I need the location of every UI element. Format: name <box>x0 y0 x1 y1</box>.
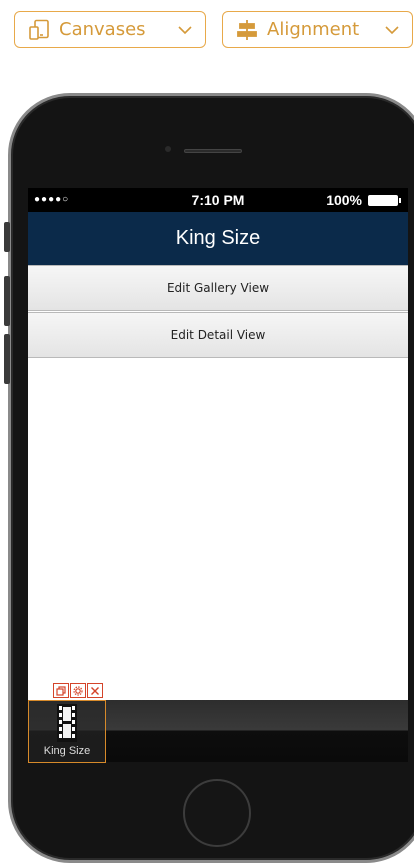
tab-item-label: King Size <box>43 745 91 757</box>
phone-screen: ●●●●○ 7:10 PM 100% King Size Edit Galler… <box>28 188 408 762</box>
tab-item-tools <box>53 683 103 698</box>
devices-icon <box>27 18 51 42</box>
status-bar: ●●●●○ 7:10 PM 100% <box>28 188 408 212</box>
alignment-dropdown[interactable]: Alignment <box>222 11 413 48</box>
alignment-label: Alignment <box>267 19 360 40</box>
earpiece-speaker <box>184 149 242 153</box>
copy-icon[interactable] <box>53 683 69 698</box>
chevron-down-icon <box>384 22 400 38</box>
nav-title: King Size <box>28 212 408 265</box>
canvases-dropdown[interactable]: Canvases <box>14 11 206 48</box>
mute-switch <box>4 222 10 252</box>
volume-down-button <box>4 334 10 384</box>
edit-gallery-view-row[interactable]: Edit Gallery View <box>28 265 408 311</box>
front-camera <box>165 146 171 152</box>
close-icon[interactable] <box>87 683 103 698</box>
gear-icon[interactable] <box>70 683 86 698</box>
home-button[interactable] <box>183 779 251 847</box>
chevron-down-icon <box>177 22 193 38</box>
battery-percent: 100% <box>326 192 362 208</box>
volume-up-button <box>4 276 10 326</box>
edit-detail-view-row[interactable]: Edit Detail View <box>28 312 408 358</box>
canvases-label: Canvases <box>59 19 146 40</box>
align-center-icon <box>235 18 259 42</box>
tab-item-king-size[interactable]: King Size <box>28 700 106 763</box>
film-strip-icon <box>47 704 87 742</box>
battery-icon <box>368 195 401 206</box>
